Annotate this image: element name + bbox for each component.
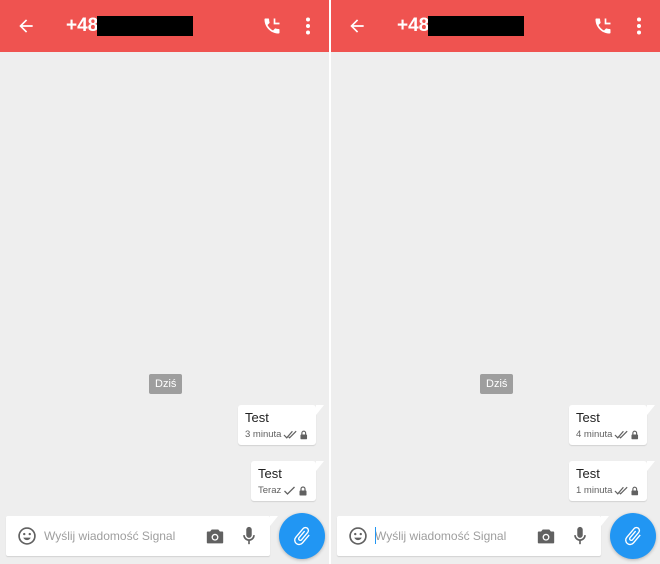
message-text: Test — [576, 410, 600, 425]
text-cursor — [375, 527, 376, 544]
overflow-menu-button[interactable] — [294, 0, 322, 52]
back-button[interactable] — [341, 0, 373, 52]
message-input[interactable] — [44, 525, 194, 547]
message-meta: 3 minuta — [245, 429, 308, 441]
paperclip-icon — [294, 526, 310, 546]
attach-button[interactable] — [279, 513, 325, 559]
double-check-icon — [283, 430, 298, 439]
message-meta: Teraz — [258, 485, 308, 497]
microphone-icon — [243, 526, 255, 545]
redacted-phone-number — [97, 16, 193, 36]
message-text: Test — [258, 466, 282, 481]
emoji-button[interactable] — [346, 516, 370, 556]
conversation-title: +48 — [397, 15, 430, 36]
paperclip-icon — [625, 526, 641, 546]
attach-button[interactable] — [610, 513, 656, 559]
message-bubble[interactable]: Test 4 minuta — [569, 405, 655, 445]
arrow-back-icon — [350, 19, 364, 33]
message-time: 3 minuta — [245, 429, 282, 440]
date-divider: Dziś — [480, 374, 514, 394]
lock-icon — [631, 486, 639, 496]
conversation-title: +48 — [66, 15, 99, 36]
phone-call-icon — [595, 18, 611, 34]
message-time: 4 minuta — [576, 429, 613, 440]
conversation-pane-right: +48 Dziś Test 4 minuta Test 1 minuta — [331, 0, 660, 564]
overflow-menu-button[interactable] — [625, 0, 653, 52]
date-divider: Dziś — [149, 374, 183, 394]
lock-icon — [631, 430, 639, 440]
double-check-icon — [614, 486, 629, 495]
message-composer — [6, 516, 278, 556]
message-composer — [337, 516, 609, 556]
message-time: 1 minuta — [576, 485, 613, 496]
camera-icon — [206, 529, 224, 544]
message-bubble[interactable]: Test Teraz — [251, 461, 324, 501]
camera-button[interactable] — [534, 516, 558, 556]
more-vert-icon — [306, 17, 310, 35]
more-vert-icon — [637, 17, 641, 35]
message-time: Teraz — [258, 485, 282, 496]
toolbar: +48 — [331, 0, 660, 52]
message-text: Test — [245, 410, 269, 425]
lock-icon — [300, 430, 308, 440]
phone-call-icon — [264, 18, 280, 34]
conversation-pane-left: +48 Dziś Test 3 minuta Test Teraz — [0, 0, 329, 564]
message-meta: 4 minuta — [576, 429, 639, 441]
call-button[interactable] — [587, 0, 619, 52]
toolbar: +48 — [0, 0, 329, 52]
microphone-button[interactable] — [569, 516, 591, 556]
back-button[interactable] — [10, 0, 42, 52]
lock-icon — [299, 486, 307, 496]
double-check-icon — [614, 430, 629, 439]
emoji-icon — [18, 527, 36, 545]
check-icon — [284, 486, 296, 495]
message-bubble[interactable]: Test 3 minuta — [238, 405, 324, 445]
call-button[interactable] — [256, 0, 288, 52]
arrow-back-icon — [19, 19, 33, 33]
emoji-icon — [349, 527, 367, 545]
emoji-button[interactable] — [15, 516, 39, 556]
message-meta: 1 minuta — [576, 485, 639, 497]
message-bubble[interactable]: Test 1 minuta — [569, 461, 655, 501]
message-input[interactable] — [375, 525, 525, 547]
microphone-button[interactable] — [238, 516, 260, 556]
camera-icon — [537, 529, 555, 544]
camera-button[interactable] — [203, 516, 227, 556]
message-text: Test — [576, 466, 600, 481]
microphone-icon — [574, 526, 586, 545]
redacted-phone-number — [428, 16, 524, 36]
